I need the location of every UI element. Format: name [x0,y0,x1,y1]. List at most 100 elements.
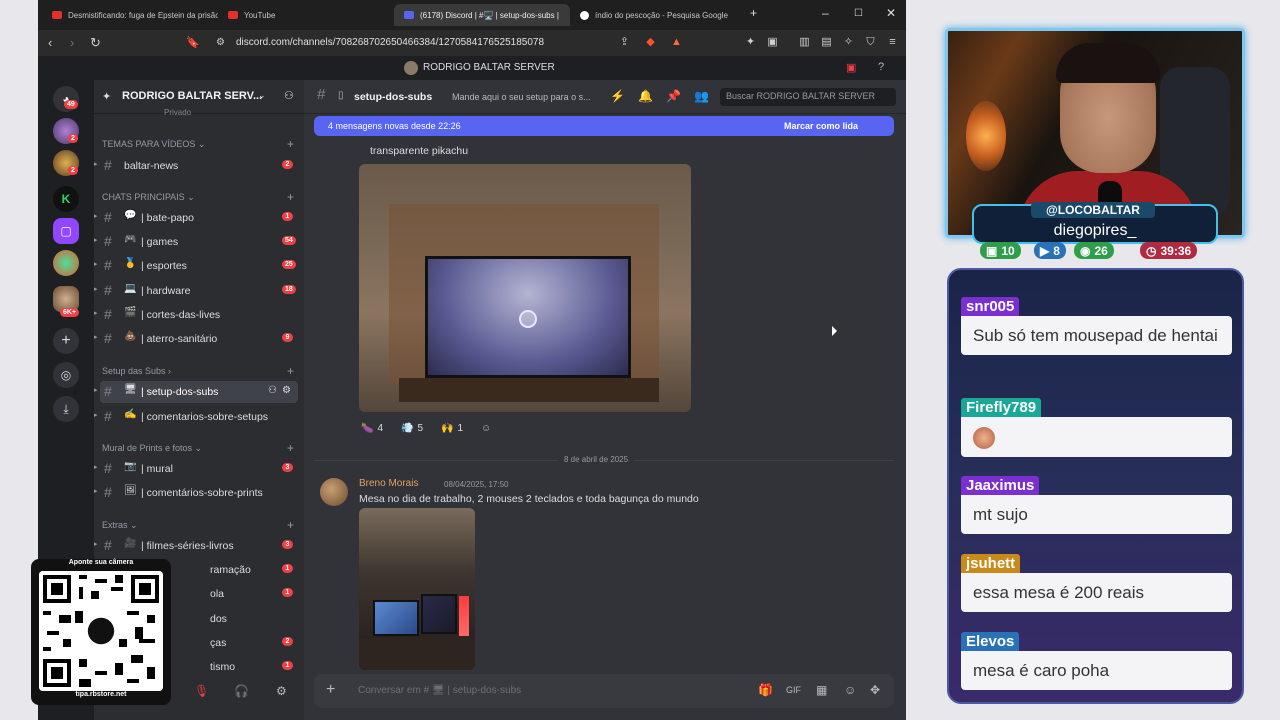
brave-rewards-icon[interactable]: ▲ [670,36,683,49]
help-icon[interactable]: ? [878,61,884,73]
channel-comentarios-sobre-setups[interactable]: ▸ # ✍ | comentarios-sobre-setups [94,406,304,428]
attach-plus-icon[interactable]: + [326,681,335,699]
category-temas[interactable]: TEMAS PARA VÍDEOS ⌄ + [102,137,294,151]
tab-epstein[interactable]: Desmistificando: fuga de Epstein da pris… [42,4,218,26]
back-icon[interactable]: ‹ [48,35,52,51]
tab-youtube[interactable]: YouTube [218,4,394,26]
tab-google[interactable]: índio do pescoção - Pesquisa Google [570,4,746,26]
tab-discord[interactable]: (6178) Discord | #🖥️ | setup-dos-subs | … [394,4,570,26]
chevron-down-icon: ⌄ [258,90,266,100]
server-badge: 2 [68,134,78,143]
members-icon[interactable]: 👥 [694,89,709,103]
reaction[interactable]: 🙌 1 [441,419,463,437]
category-chats[interactable]: CHATS PRINCIPAIS ⌄ + [102,190,294,204]
category-extras[interactable]: Extras ⌄ + [102,518,294,532]
mic-muted-icon[interactable]: 🎙 [194,684,209,698]
url-field[interactable]: discord.com/channels/708268702650466384/… [236,37,544,48]
gift-icon[interactable]: 🎁 [758,683,773,697]
extensions-icon[interactable]: ✦ [744,36,757,49]
vpn-icon[interactable]: ⛉ [864,36,877,49]
channel-aterro-sanitario[interactable]: ▸ # 💩 | aterro-sanitário 9 [94,328,304,350]
site-info-icon[interactable]: ⚙ [216,35,225,51]
channel-topic[interactable]: Mande aqui o seu setup para o s... [452,92,591,102]
brave-shield-icon[interactable]: ◆ [644,36,657,49]
reaction[interactable]: 💨 5 [401,419,423,437]
invite-icon[interactable]: ⚇ [284,89,294,102]
pin-icon[interactable]: 📌 [666,89,681,103]
new-tab-icon[interactable]: + [750,6,757,20]
avatar[interactable] [320,478,348,506]
reaction[interactable]: 🍆 4 [361,419,383,437]
threads-icon[interactable]: ⚡ [610,89,625,103]
server-header[interactable]: ✦ RODRIGO BALTAR SERV... ⌄ ⚇ [94,80,304,114]
search-input[interactable]: Buscar RODRIGO BALTAR SERVER [720,88,896,106]
stat-pill-timer: ◷ 39:36 [1140,242,1198,259]
forward-icon[interactable]: › [70,35,74,51]
message-image-tv-setup[interactable] [359,164,691,412]
channel-esportes[interactable]: ▸ # 🥇 | esportes 25 [94,255,304,277]
chat-text: Sub só tem mousepad de hentai [961,316,1232,355]
channel-cortes-das-lives[interactable]: ▸ # 🎬 | cortes-das-lives [94,304,304,326]
composer-placeholder: Conversar em # 🖥 | setup-dos-subs [358,685,522,696]
wallet-icon[interactable]: ▤ [820,36,833,49]
twitch-server-icon[interactable]: ▢ [53,218,79,244]
leo-icon[interactable]: ✧ [842,36,855,49]
add-channel-icon[interactable]: + [287,518,294,532]
emoji-icon[interactable]: ☺ [844,683,856,697]
reload-icon[interactable]: ↻ [90,35,101,51]
add-channel-icon[interactable]: + [287,364,294,378]
new-messages-bar[interactable]: 4 mensagens novas desde 22:26 Marcar com… [314,116,894,136]
add-reaction-icon[interactable]: ☺ [481,419,491,437]
category-mural[interactable]: Mural de Prints e fotos ⌄ + [102,441,294,455]
channel-setup-dos-subs[interactable]: ▸ # 🖥 | setup-dos-subs ⚇ ⚙ [94,381,298,403]
channel-filmes-series-livros[interactable]: ▸ # 🎥 | filmes-séries-livros 3 [94,535,304,557]
loading-icon [519,310,537,328]
channel-games[interactable]: ▸ # 🎮 | games 54 [94,231,304,253]
chat-header: # ▯ setup-dos-subs Mande aqui o seu setu… [304,80,906,114]
channel-mural[interactable]: ▸ # 📷 | mural 3 [94,458,304,480]
menu-icon[interactable]: ≡ [886,36,899,49]
kick-server-icon[interactable]: K [53,186,79,212]
server-icon[interactable] [53,250,79,276]
channel-baltar-news[interactable]: ▸ # baltar-news 2 [94,155,304,177]
download-icon[interactable]: ⤓ [53,396,79,422]
chat-text: mesa é caro poha [961,651,1232,690]
hash-icon: # [104,383,112,399]
gif-icon[interactable]: GIF [786,685,801,695]
hash-icon: # [104,408,112,424]
google-icon [580,10,589,20]
sticker-icon[interactable]: ▦ [816,683,827,697]
message-composer[interactable]: + Conversar em # 🖥 | setup-dos-subs 🎁 GI… [314,674,894,708]
bookmark-icon[interactable]: 🔖 [186,35,200,51]
sidebar-icon[interactable]: ▥ [798,36,811,49]
apps-icon[interactable]: ✥ [870,683,880,697]
minimize-icon[interactable]: – [822,6,829,20]
headphones-icon[interactable]: 🎧 [234,684,249,698]
add-channel-icon[interactable]: + [287,190,294,204]
channel-comentarios-sobre-prints[interactable]: ▸ # 🖼 | comentários-sobre-prints [94,482,304,504]
message-author[interactable]: Breno Morais [359,478,418,489]
maximize-icon[interactable]: ☐ [854,8,863,19]
settings-gear-icon[interactable]: ⚙ [276,684,287,698]
close-window-icon[interactable]: ✕ [886,6,896,20]
inbox-icon[interactable]: ▣ [846,61,856,74]
mark-read-button[interactable]: Marcar como lida [784,121,858,131]
screenshot-icon[interactable]: ▣ [766,36,779,49]
hash-icon: # [104,157,112,173]
share-icon[interactable]: ⇪ [618,36,631,49]
bell-icon[interactable]: 🔔 [638,89,653,103]
category-setup[interactable]: Setup das Subs › + [102,364,294,378]
server-name: RODRIGO BALTAR SERV... [122,90,263,102]
channel-bate-papo[interactable]: ▸ # 💬 | bate-papo 1 [94,207,304,229]
add-channel-icon[interactable]: + [287,441,294,455]
add-server-icon[interactable]: + [53,328,79,354]
message-image-desk[interactable] [359,508,475,670]
clock-icon: ◷ [1146,243,1157,258]
hash-icon: # [104,460,112,476]
gear-icon[interactable]: ⚙ [282,385,291,396]
qr-code-icon [39,571,163,691]
invite-icon[interactable]: ⚇ [268,385,277,396]
channel-hardware[interactable]: ▸ # 💻 | hardware 18 [94,280,304,302]
discover-icon[interactable]: ◎ [53,362,79,388]
add-channel-icon[interactable]: + [287,137,294,151]
